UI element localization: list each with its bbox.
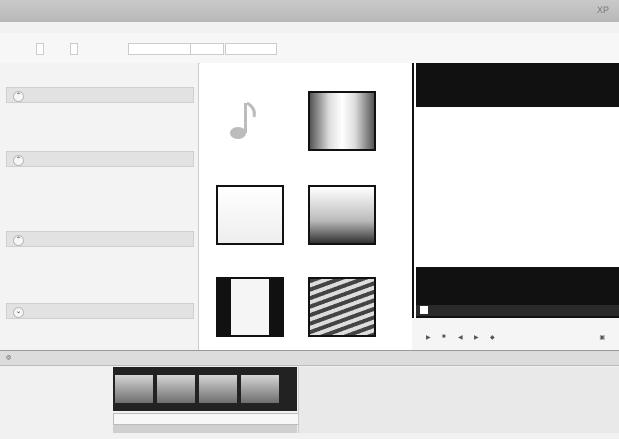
title-overlay-track[interactable] bbox=[113, 425, 297, 433]
next-frame-icon[interactable]: ▶ bbox=[474, 334, 479, 341]
clip-thumbnail-curtain[interactable] bbox=[308, 91, 376, 151]
tasks-button[interactable] bbox=[128, 43, 192, 55]
checkbox-icon[interactable] bbox=[420, 306, 428, 314]
view-button[interactable] bbox=[225, 43, 277, 55]
collections-pane bbox=[200, 63, 412, 350]
transport-controls: ▶ ■ ◀ ▶ ◆ ▣ bbox=[412, 318, 619, 350]
preview-title-bar bbox=[416, 63, 619, 107]
title-bar: XP bbox=[0, 0, 619, 23]
timeline-header: ◎ bbox=[0, 351, 619, 366]
timeline-zoom-icon[interactable]: ◎ bbox=[6, 354, 11, 361]
task-section-finish[interactable]: ⌃ bbox=[6, 231, 194, 247]
play-icon[interactable]: ▶ bbox=[426, 334, 431, 341]
preview-title bbox=[416, 63, 619, 67]
task-section-capture[interactable]: ⌃ bbox=[6, 87, 194, 103]
timeline-pane: ◎ bbox=[0, 350, 619, 439]
chevron-up-icon[interactable]: ⌃ bbox=[13, 235, 24, 246]
chevron-up-icon[interactable]: ⌃ bbox=[13, 91, 24, 102]
forward-button[interactable] bbox=[70, 43, 78, 55]
collections-button[interactable] bbox=[190, 43, 224, 55]
toolbar bbox=[0, 33, 619, 64]
chevron-down-icon[interactable]: ⌄ bbox=[13, 307, 24, 318]
fullscreen-icon[interactable]: ▣ bbox=[599, 334, 605, 341]
logo-icon: XP bbox=[596, 5, 609, 15]
preview-monitor bbox=[412, 63, 619, 318]
video-frame bbox=[241, 375, 279, 403]
split-icon[interactable]: ◆ bbox=[490, 334, 495, 341]
task-section-edit[interactable]: ⌃ bbox=[6, 151, 194, 167]
clip-thumbnail-waves[interactable] bbox=[308, 277, 376, 337]
music-note-icon bbox=[230, 101, 256, 139]
video-frame bbox=[157, 375, 195, 403]
video-frame bbox=[115, 375, 153, 403]
clip-thumbnail-clock[interactable] bbox=[216, 277, 284, 337]
chevron-up-icon[interactable]: ⌃ bbox=[13, 155, 24, 166]
audio-track[interactable] bbox=[113, 413, 299, 425]
preview-status-bar bbox=[416, 305, 619, 316]
clip-thumbnail-bars[interactable] bbox=[216, 185, 284, 245]
back-button[interactable] bbox=[36, 43, 44, 55]
audio-clip-item[interactable] bbox=[216, 93, 266, 143]
video-track[interactable] bbox=[113, 367, 297, 411]
clip-thumbnail-city[interactable] bbox=[308, 185, 376, 245]
stop-icon[interactable]: ■ bbox=[442, 334, 446, 340]
task-section-tips[interactable]: ⌄ bbox=[6, 303, 194, 319]
video-frame bbox=[199, 375, 237, 403]
empty-track-area bbox=[298, 367, 619, 433]
previous-frame-icon[interactable]: ◀ bbox=[458, 334, 463, 341]
tasks-pane: ⌃ ⌃ ⌃ ⌄ bbox=[0, 63, 199, 350]
